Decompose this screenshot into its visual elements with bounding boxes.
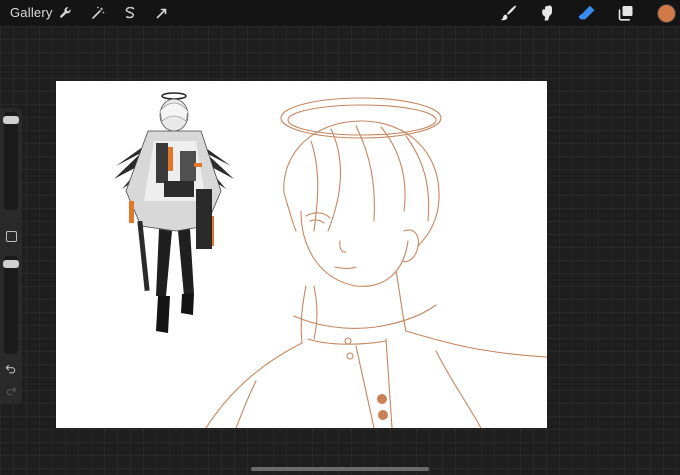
sketch-button-dot — [377, 394, 387, 404]
side-toolbar — [0, 108, 22, 404]
home-indicator — [251, 467, 429, 471]
drawing-canvas[interactable] — [56, 81, 547, 428]
wrench-icon[interactable] — [56, 3, 76, 23]
top-toolbar: Gallery — [0, 0, 680, 26]
gallery-button[interactable]: Gallery — [10, 5, 53, 20]
eraser-icon[interactable] — [576, 2, 598, 24]
redo-icon[interactable] — [4, 384, 18, 398]
brush-size-thumb[interactable] — [3, 116, 19, 124]
reference-character-illustration — [114, 92, 234, 333]
undo-icon[interactable] — [4, 362, 18, 376]
opacity-slider[interactable] — [3, 256, 19, 354]
magic-wand-icon[interactable] — [88, 3, 108, 23]
color-picker-button[interactable] — [657, 4, 676, 23]
brush-icon[interactable] — [497, 2, 519, 24]
layers-icon[interactable] — [615, 2, 637, 24]
selection-icon[interactable] — [120, 3, 140, 23]
opacity-thumb[interactable] — [3, 260, 19, 268]
modify-button[interactable] — [6, 231, 17, 242]
orange-line-sketch — [205, 97, 547, 428]
transform-icon[interactable] — [152, 3, 172, 23]
smudge-icon[interactable] — [536, 2, 558, 24]
sketch-button-dot — [378, 410, 388, 420]
brush-size-slider[interactable] — [3, 112, 19, 210]
